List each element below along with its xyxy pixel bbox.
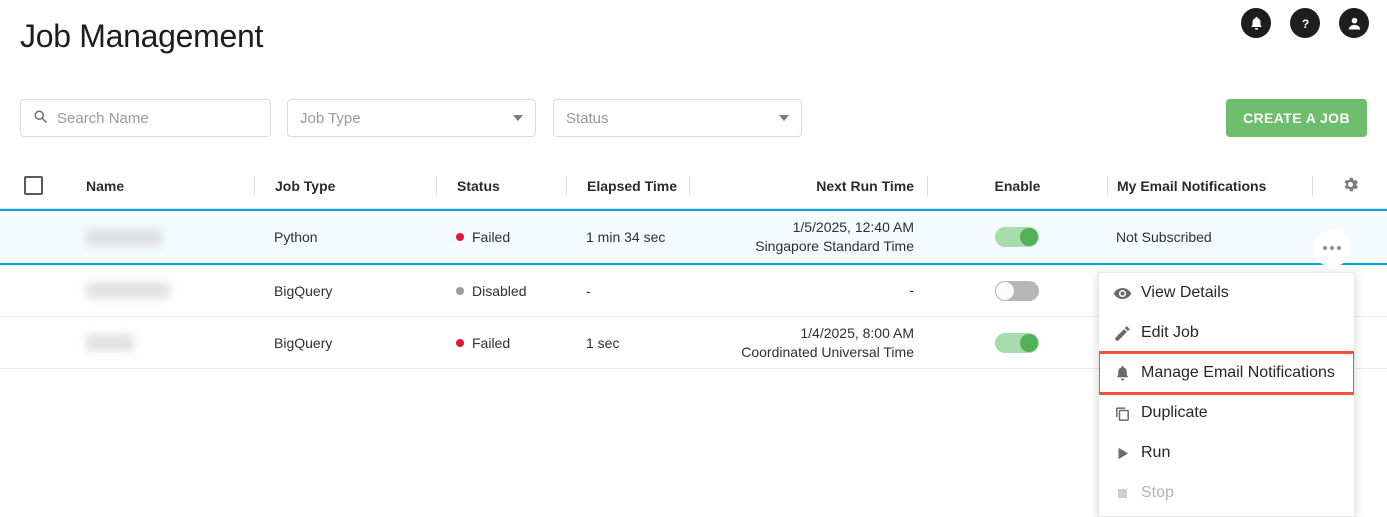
eye-icon: [1113, 284, 1141, 303]
next-run-time-cell: -: [689, 281, 927, 300]
next-run-time-date: 1/5/2025, 12:40 AM: [792, 219, 914, 236]
email-notifications-cell: Not Subscribed: [1116, 229, 1212, 245]
menu-item-duplicate[interactable]: Duplicate: [1099, 393, 1354, 433]
menu-item-edit-job[interactable]: Edit Job: [1099, 313, 1354, 353]
status-cell: Failed: [436, 335, 566, 351]
enable-toggle[interactable]: [995, 227, 1039, 247]
menu-item-label: Run: [1141, 444, 1171, 461]
notifications-bell-icon[interactable]: [1241, 8, 1271, 38]
job-name-redacted: [86, 228, 162, 246]
column-header-status[interactable]: Status: [436, 175, 566, 196]
enable-toggle[interactable]: [995, 280, 1039, 301]
column-header-job-type[interactable]: Job Type: [254, 175, 436, 196]
chevron-down-icon: [779, 115, 789, 121]
help-icon[interactable]: ?: [1290, 8, 1320, 38]
menu-item-label: View Details: [1141, 284, 1229, 301]
menu-item-label: Manage Email Notifications: [1141, 364, 1335, 381]
enable-toggle[interactable]: [995, 332, 1039, 353]
status-label: Disabled: [472, 282, 527, 299]
search-placeholder: Search Name: [57, 109, 149, 127]
column-header-enable[interactable]: Enable: [927, 175, 1107, 196]
chevron-down-icon: [513, 115, 523, 121]
select-all-checkbox[interactable]: [23, 176, 43, 195]
table-header-row: Name Job Type Status Elapsed Time Next R…: [0, 163, 1387, 209]
status-cell: Failed: [436, 229, 566, 245]
next-run-time-date: -: [909, 282, 914, 299]
column-header-next-run-time[interactable]: Next Run Time: [689, 175, 927, 196]
job-name-cell: [66, 282, 254, 299]
elapsed-time-cell: 1 sec: [586, 334, 620, 351]
enable-cell: [927, 227, 1107, 247]
table-settings-cell: [1312, 175, 1387, 197]
next-run-time-date: 1/4/2025, 8:00 AM: [800, 324, 914, 341]
menu-item-label: Edit Job: [1141, 324, 1199, 341]
job-type-select-value: Job Type: [300, 109, 361, 127]
account-icon[interactable]: [1339, 8, 1369, 38]
menu-item-label: Stop: [1141, 484, 1174, 501]
search-input[interactable]: Search Name: [20, 99, 271, 137]
job-name-cell: [66, 334, 254, 351]
bell-icon: [1113, 364, 1141, 383]
menu-item-run[interactable]: Run: [1099, 433, 1354, 473]
status-select[interactable]: Status: [553, 99, 802, 137]
row-actions-menu-button[interactable]: [1313, 229, 1351, 267]
status-dot-icon: [456, 338, 464, 347]
menu-item-view-details[interactable]: View Details: [1099, 273, 1354, 313]
status-label: Failed: [472, 229, 511, 245]
search-icon: [33, 109, 48, 128]
status-dot-icon: [456, 286, 464, 295]
create-a-job-button[interactable]: CREATE A JOB: [1226, 99, 1367, 137]
next-run-time-cell: 1/4/2025, 8:00 AM Coordinated Universal …: [689, 324, 927, 362]
copy-icon: [1113, 404, 1141, 423]
menu-item-stop: Stop: [1099, 473, 1354, 513]
column-header-my-email-notifications[interactable]: My Email Notifications: [1107, 175, 1312, 196]
row-actions-context-menu: View Details Edit Job Manage Email Notif…: [1098, 272, 1355, 517]
status-label: Failed: [472, 334, 511, 351]
next-run-time-zone: Coordinated Universal Time: [741, 343, 914, 360]
job-name-redacted: [86, 334, 134, 351]
enable-cell: [927, 332, 1107, 353]
play-icon: [1113, 444, 1141, 463]
column-header-elapsed-time[interactable]: Elapsed Time: [566, 175, 689, 196]
job-type-cell: BigQuery: [274, 334, 333, 351]
header-icon-group: ?: [1241, 8, 1369, 38]
job-type-select[interactable]: Job Type: [287, 99, 536, 137]
table-row[interactable]: Python Failed 1 min 34 sec 1/5/2025, 12:…: [0, 209, 1387, 265]
page-title: Job Management: [20, 18, 264, 54]
elapsed-time-cell: 1 min 34 sec: [586, 229, 666, 245]
filter-bar: Search Name Job Type Status CREATE A JOB: [0, 99, 1387, 137]
next-run-time-zone: Singapore Standard Time: [755, 238, 914, 254]
menu-item-manage-email-notifications[interactable]: Manage Email Notifications: [1099, 351, 1354, 395]
column-header-name[interactable]: Name: [66, 178, 254, 194]
stop-square-icon: [1113, 484, 1141, 503]
job-type-cell: BigQuery: [274, 282, 333, 299]
status-select-value: Status: [566, 109, 609, 127]
elapsed-time-cell: -: [586, 282, 591, 299]
job-type-cell: Python: [274, 229, 318, 245]
svg-text:?: ?: [1301, 16, 1308, 30]
next-run-time-cell: 1/5/2025, 12:40 AM Singapore Standard Ti…: [689, 218, 927, 256]
job-name-cell: [66, 228, 254, 246]
select-all-checkbox-cell: [0, 176, 66, 195]
job-name-redacted: [86, 282, 170, 299]
status-dot-icon: [456, 233, 464, 241]
menu-item-label: Duplicate: [1141, 404, 1208, 421]
status-cell: Disabled: [436, 283, 566, 299]
pencil-icon: [1113, 324, 1141, 343]
gear-icon[interactable]: [1341, 175, 1360, 197]
enable-cell: [927, 280, 1107, 301]
